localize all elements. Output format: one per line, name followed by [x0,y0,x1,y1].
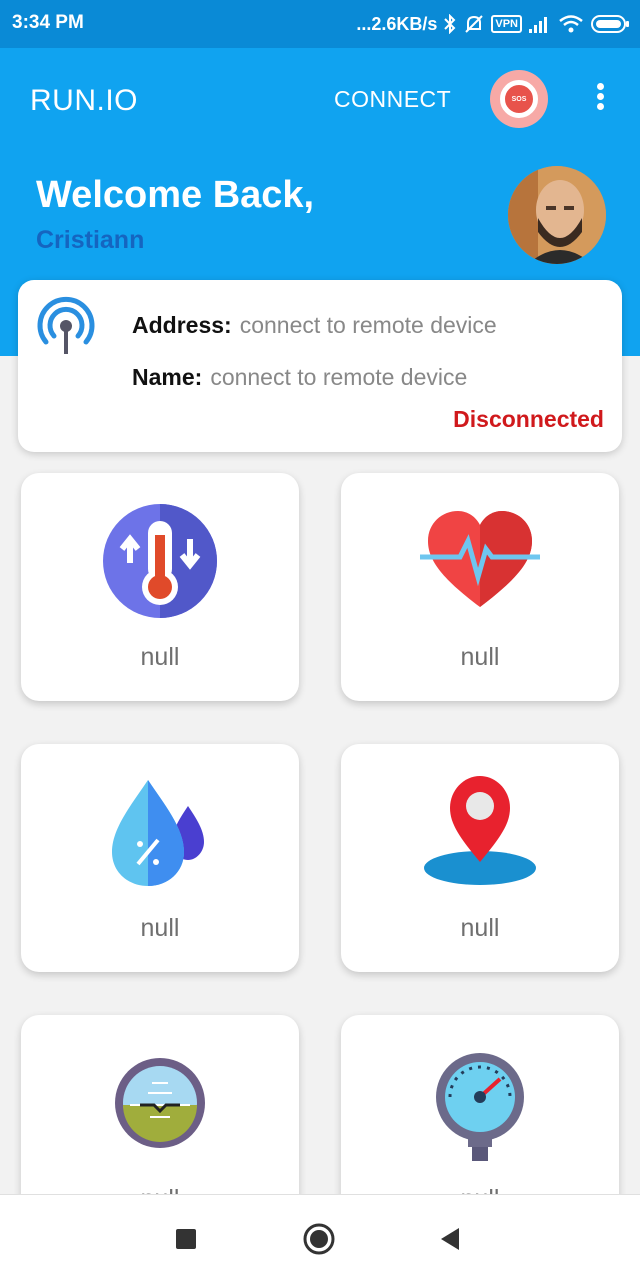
status-time: 3:34 PM [12,12,84,33]
connection-status: Disconnected [453,406,604,432]
mute-bell-icon [465,15,484,33]
heart-rate-value: null [460,643,500,671]
home-icon[interactable] [301,1221,337,1257]
vpn-icon: VPN [491,15,522,33]
app-title: RUN.IO [30,84,138,117]
bluetooth-icon [444,14,456,34]
signal-icon [529,17,547,33]
username: Cristiann [36,226,145,254]
device-info-card: Address: connect to remote device Name: co… [18,280,622,452]
overflow-menu-icon[interactable] [588,80,612,120]
heart-rate-tile[interactable]: null [341,473,619,701]
battery-icon [591,15,629,33]
location-icon [424,776,536,885]
humidity-tile[interactable]: null [21,744,299,972]
address-value: connect to remote device [239,312,497,338]
device-name-row: Name: connect to remote device [132,364,467,391]
location-value: null [460,914,500,942]
welcome-heading: Welcome Back, [36,174,315,216]
location-tile[interactable]: null [341,744,619,972]
name-label: Name: [132,364,203,390]
status-icons: ...2.6KB/s VPN [356,10,630,38]
antenna-icon [37,296,95,354]
temperature-value: null [140,643,180,671]
connect-button[interactable]: CONNECT [334,86,451,113]
name-value: connect to remote device [210,364,468,390]
humidity-value: null [140,914,180,942]
heart-rate-icon [420,511,540,607]
recent-apps-icon[interactable] [168,1221,204,1257]
pressure-gauge-icon [436,1053,524,1161]
temperature-icon [103,504,217,618]
temperature-tile[interactable]: null [21,473,299,701]
system-nav-bar [0,1194,640,1280]
wifi-icon [559,15,583,33]
address-label: Address: [132,312,232,338]
humidity-icon [112,780,204,886]
device-address-row: Address: connect to remote device [132,312,497,339]
back-icon[interactable] [433,1221,469,1257]
avatar[interactable] [508,166,606,264]
sos-button[interactable]: SOS [490,70,548,128]
net-speed: ...2.6KB/s [356,13,438,34]
sos-icon: SOS [500,80,538,118]
attitude-indicator-icon [115,1058,205,1148]
status-bar: 3:34 PM ...2.6KB/s VPN [0,0,640,48]
